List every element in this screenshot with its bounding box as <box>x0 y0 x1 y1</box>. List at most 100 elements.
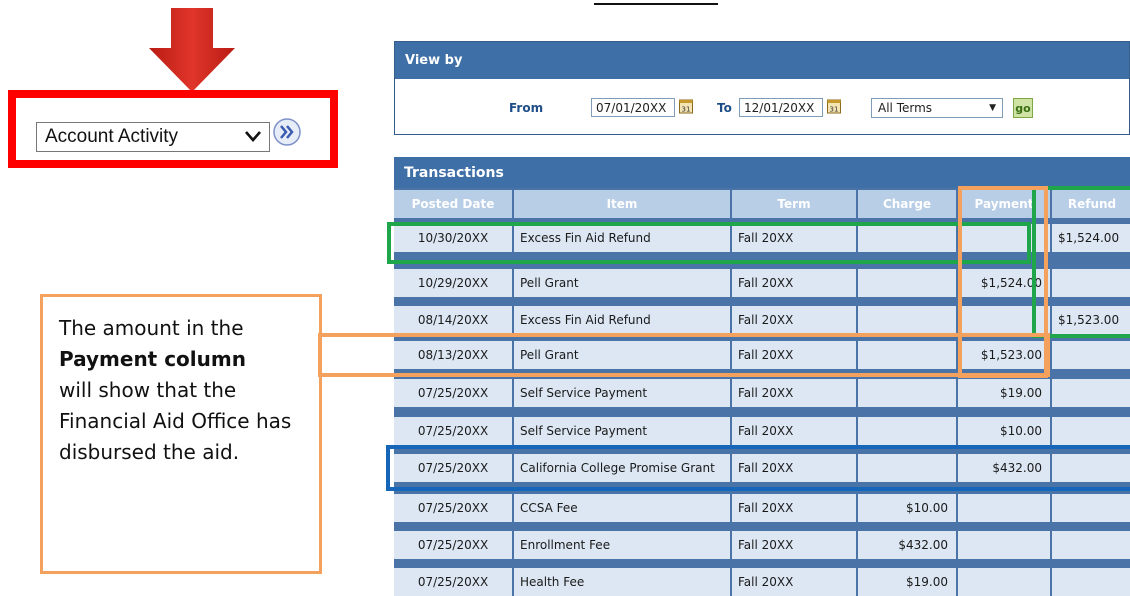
table-cell: 07/25/20XX <box>394 454 512 482</box>
table-cell <box>1052 269 1130 297</box>
svg-text:31: 31 <box>682 106 691 114</box>
double-chevron-right-icon[interactable] <box>272 117 302 147</box>
table-cell: Self Service Payment <box>514 417 730 445</box>
table-cell: $10.00 <box>858 494 956 522</box>
table-cell: 07/25/20XX <box>394 379 512 407</box>
table-row: 07/25/20XX Self Service Payment Fall 20XX $… <box>394 379 1130 407</box>
table-row: 10/30/20XX Excess Fin Aid Refund Fall 20XX… <box>394 224 1130 252</box>
cutoff-underline <box>594 3 718 5</box>
table-cell <box>958 494 1050 522</box>
table-row: 07/25/20XX Health Fee Fall 20XX $19.00 <box>394 568 1130 596</box>
table-cell: Fall 20XX <box>732 224 856 252</box>
table-cell: 07/25/20XX <box>394 494 512 522</box>
table-row: 08/14/20XX Excess Fin Aid Refund Fall 20XX… <box>394 306 1130 334</box>
table-cell: California College Promise Grant <box>514 454 730 482</box>
account-activity-select[interactable]: Account Activity <box>36 122 270 152</box>
go-button[interactable]: go <box>1013 98 1033 118</box>
table-cell: $1,523.00 <box>958 341 1050 369</box>
table-cell <box>1052 531 1130 559</box>
column-header[interactable]: Term <box>732 190 856 218</box>
term-select-value: All Terms <box>878 101 933 115</box>
transactions-title: Transactions <box>394 157 1130 188</box>
table-row: 07/25/20XX Enrollment Fee Fall 20XX $432.00 <box>394 531 1130 559</box>
table-cell <box>958 224 1050 252</box>
callout-line3: will show that the Financial Aid Office … <box>59 378 292 464</box>
table-cell: Pell Grant <box>514 341 730 369</box>
table-cell <box>858 379 956 407</box>
callout-bold: Payment column <box>59 347 246 371</box>
payment-callout: The amount in the Payment column will sh… <box>40 294 322 574</box>
table-cell <box>1052 568 1130 596</box>
triangle-down-icon: ▼ <box>989 103 996 113</box>
column-header[interactable]: Payment <box>958 190 1050 218</box>
table-row: 07/25/20XX Self Service Payment Fall 20XX $… <box>394 417 1130 445</box>
table-cell: Health Fee <box>514 568 730 596</box>
table-cell: $432.00 <box>858 531 956 559</box>
calendar-icon[interactable]: 31 <box>679 98 693 114</box>
table-cell: Enrollment Fee <box>514 531 730 559</box>
view-by-panel: View by From 07/01/20XX 31 To 12/01/20XX… <box>394 41 1130 135</box>
table-cell: Fall 20XX <box>732 568 856 596</box>
table-cell <box>858 454 956 482</box>
table-cell: $432.00 <box>958 454 1050 482</box>
calendar-icon[interactable]: 31 <box>827 98 841 114</box>
from-date-input[interactable]: 07/01/20XX <box>591 98 675 117</box>
table-cell: Excess Fin Aid Refund <box>514 224 730 252</box>
table-row: 08/13/20XX Pell Grant Fall 20XX $1,523.00 <box>394 341 1130 369</box>
table-cell <box>958 306 1050 334</box>
table-cell: 07/25/20XX <box>394 568 512 596</box>
table-cell: CCSA Fee <box>514 494 730 522</box>
table-cell: 07/25/20XX <box>394 417 512 445</box>
top-cutoff <box>0 0 1130 6</box>
table-cell: $1,524.00 <box>1052 224 1130 252</box>
table-cell: $19.00 <box>958 379 1050 407</box>
column-header[interactable]: Posted Date <box>394 190 512 218</box>
red-arrow-icon <box>149 8 235 92</box>
table-cell: $10.00 <box>958 417 1050 445</box>
table-cell: Fall 20XX <box>732 379 856 407</box>
callout-line1: The amount in the <box>59 316 244 340</box>
from-label: From <box>509 101 544 115</box>
table-cell: 10/29/20XX <box>394 269 512 297</box>
table-cell <box>1052 379 1130 407</box>
view-by-controls: From 07/01/20XX 31 To 12/01/20XX 31 All … <box>395 97 1129 121</box>
account-dropdown-highlight: Account Activity <box>8 90 338 168</box>
table-cell: Self Service Payment <box>514 379 730 407</box>
column-header[interactable]: Refund <box>1052 190 1130 218</box>
table-header-row: Posted Date Item Term Charge Payment Refund <box>394 190 1130 218</box>
table-cell <box>858 306 956 334</box>
table-cell: Fall 20XX <box>732 341 856 369</box>
table-cell: Fall 20XX <box>732 454 856 482</box>
column-header[interactable]: Charge <box>858 190 956 218</box>
table-cell <box>858 224 956 252</box>
table-cell: Excess Fin Aid Refund <box>514 306 730 334</box>
table-cell: 10/30/20XX <box>394 224 512 252</box>
table-cell: $19.00 <box>858 568 956 596</box>
callout-connector <box>318 333 322 377</box>
table-row: 07/25/20XX CCSA Fee Fall 20XX $10.00 <box>394 494 1130 522</box>
table-cell <box>958 531 1050 559</box>
table-cell: Fall 20XX <box>732 531 856 559</box>
table-cell: 07/25/20XX <box>394 531 512 559</box>
table-cell <box>858 417 956 445</box>
column-header[interactable]: Item <box>514 190 730 218</box>
table-cell: Fall 20XX <box>732 417 856 445</box>
table-cell <box>1052 417 1130 445</box>
svg-text:31: 31 <box>830 106 839 114</box>
table-row: 07/25/20XX California College Promise Gra… <box>394 454 1130 482</box>
table-cell: Fall 20XX <box>732 306 856 334</box>
transactions-panel: Transactions Posted Date Item Term Charge Pa… <box>394 157 1130 596</box>
table-cell <box>858 341 956 369</box>
table-cell <box>1052 341 1130 369</box>
table-cell: 08/13/20XX <box>394 341 512 369</box>
table-cell: 08/14/20XX <box>394 306 512 334</box>
select-value: Account Activity <box>45 126 179 147</box>
table-cell <box>958 568 1050 596</box>
to-date-input[interactable]: 12/01/20XX <box>739 98 823 117</box>
table-cell: Pell Grant <box>514 269 730 297</box>
term-select[interactable]: All Terms ▼ <box>871 98 1003 118</box>
to-label: To <box>717 101 732 115</box>
view-by-title: View by <box>395 42 1129 79</box>
table-cell: Fall 20XX <box>732 269 856 297</box>
table-cell: $1,523.00 <box>1052 306 1130 334</box>
